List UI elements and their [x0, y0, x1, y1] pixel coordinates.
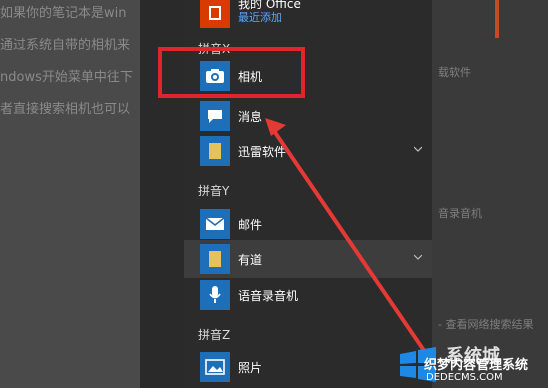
annotation-arrow	[265, 118, 427, 354]
watermark: 系统城 织梦内容管理系统 DEDECMS.COM	[396, 342, 548, 388]
watermark-prefix: 织梦内容管理系统	[424, 358, 529, 373]
watermark-domain: DEDECMS.COM	[426, 372, 503, 383]
